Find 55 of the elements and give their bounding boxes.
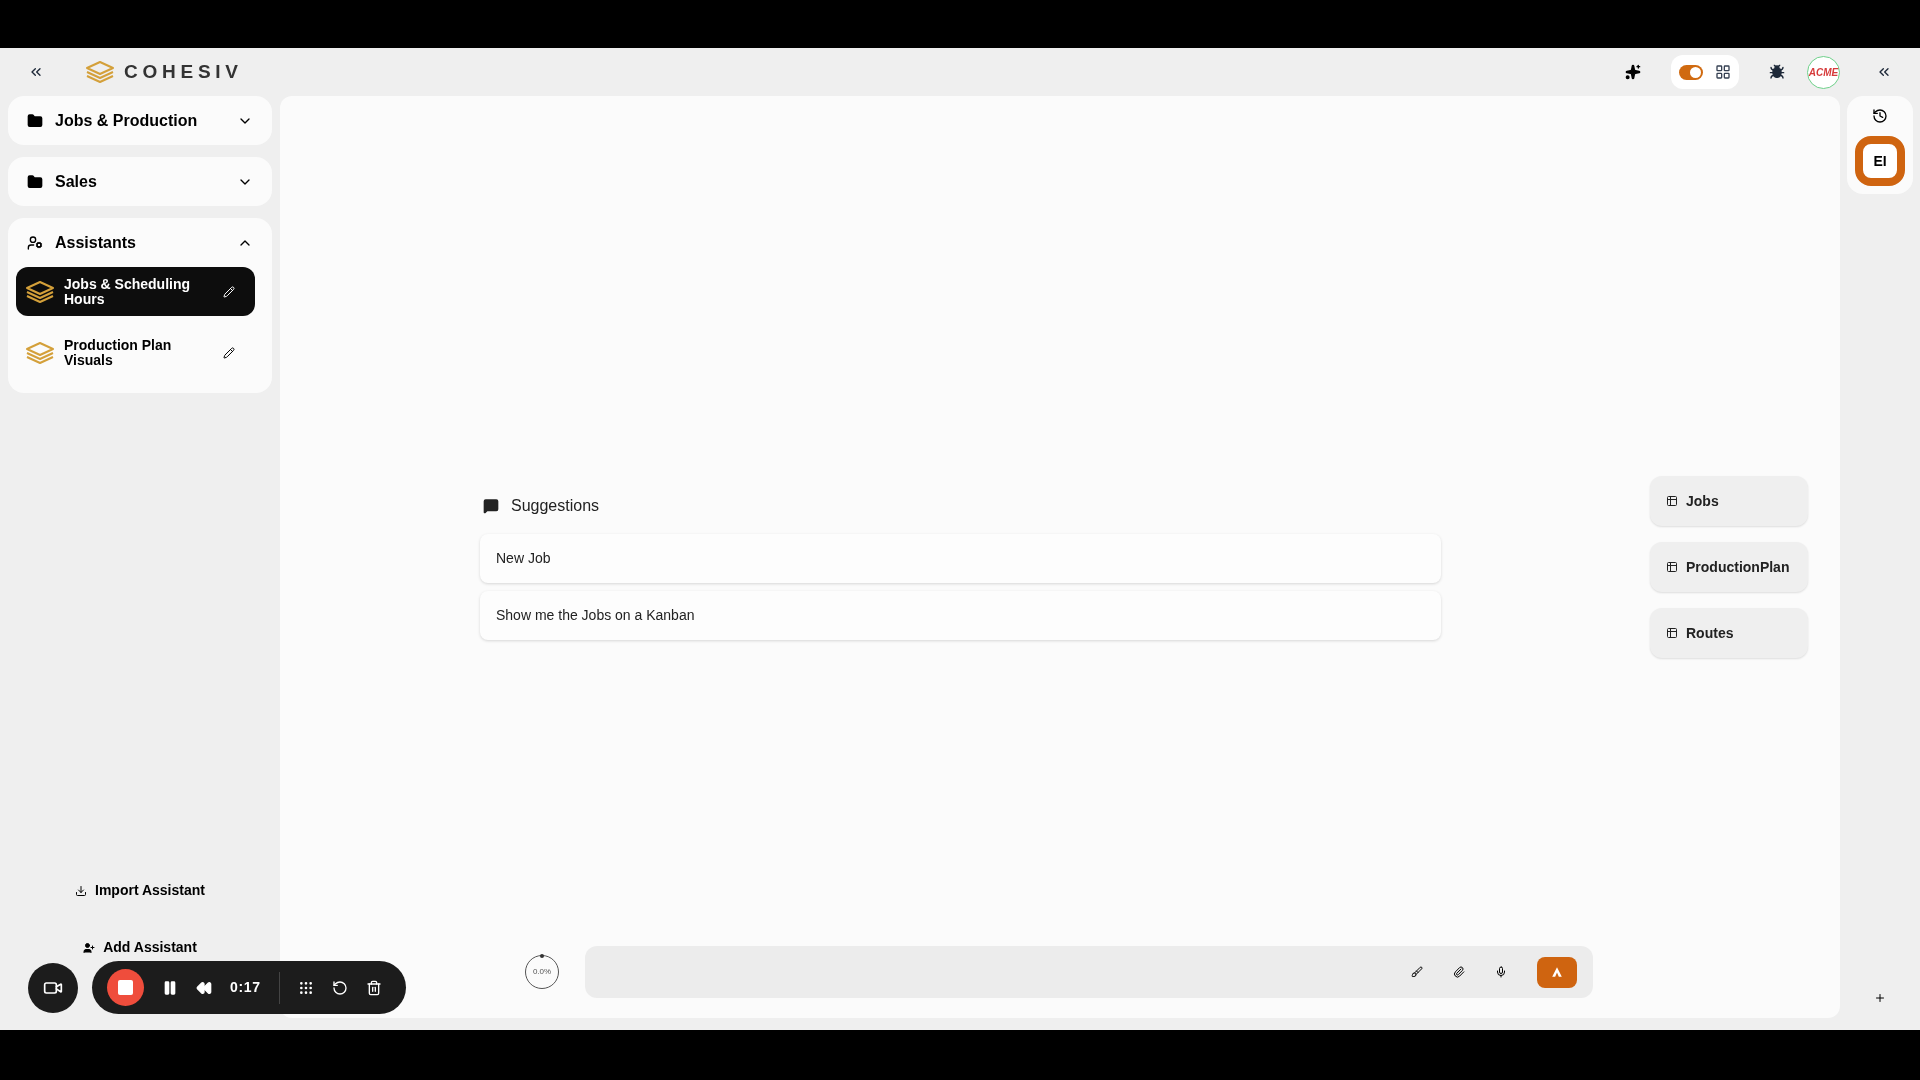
- edit-icon: [223, 346, 235, 359]
- history-icon: [1872, 108, 1888, 124]
- user-gear-icon: [27, 234, 43, 251]
- logo-icon: [84, 60, 116, 84]
- sparkle-icon: [1625, 64, 1641, 80]
- sidebar-action-button[interactable]: Import Assistant: [75, 880, 205, 901]
- chat-icon: [483, 498, 499, 514]
- download-icon: [75, 884, 87, 897]
- suggestion-item[interactable]: New Job: [480, 534, 1441, 583]
- pause-icon: [162, 979, 178, 996]
- assistant-item[interactable]: Jobs & Scheduling Hours: [16, 267, 255, 316]
- table-button[interactable]: Routes: [1650, 608, 1808, 658]
- table-button[interactable]: Jobs: [1650, 476, 1808, 526]
- stop-button[interactable]: [107, 969, 144, 1006]
- send-button[interactable]: [1537, 956, 1577, 988]
- recording-timer: 0:17: [230, 978, 261, 997]
- up-caret-icon: [1551, 966, 1563, 978]
- table-view-icon: [1715, 64, 1731, 80]
- rewind-icon: [196, 979, 212, 996]
- sidebar-action-button[interactable]: Add Assistant: [83, 937, 197, 958]
- grid-button[interactable]: [297, 979, 314, 996]
- plus-icon: [1874, 992, 1886, 1004]
- rewind-button[interactable]: [196, 979, 212, 996]
- dot-grid-icon: [297, 979, 314, 996]
- restart-button[interactable]: [331, 979, 348, 996]
- nav-group-header[interactable]: Assistants: [16, 226, 264, 259]
- message-input[interactable]: [585, 946, 1593, 998]
- logo-icon: [24, 340, 56, 365]
- assistant-item[interactable]: Production Plan Visuals: [16, 328, 255, 377]
- brush-icon: [1411, 966, 1423, 978]
- toggle-switch[interactable]: [1679, 64, 1703, 80]
- microphone-icon: [1495, 966, 1507, 978]
- table-icon: [1666, 627, 1678, 639]
- pause-button[interactable]: [162, 979, 178, 996]
- suggestion-item[interactable]: Show me the Jobs on a Kanban: [480, 591, 1441, 640]
- org-avatar[interactable]: ACME: [1807, 55, 1840, 89]
- stop-icon: [118, 980, 133, 995]
- folder-icon: [27, 112, 43, 129]
- user-plus-icon: [83, 941, 96, 954]
- user-avatar[interactable]: EI: [1855, 136, 1905, 186]
- delete-button[interactable]: [365, 979, 382, 996]
- suggestions-title: Suggestions: [511, 496, 600, 516]
- edit-icon: [223, 285, 235, 298]
- nav-group-header[interactable]: Jobs & Production: [16, 104, 264, 137]
- logo-icon: [24, 279, 56, 304]
- table-button[interactable]: ProductionPlan: [1650, 542, 1808, 592]
- nav-group-header[interactable]: Sales: [16, 165, 264, 198]
- table-icon: [1666, 561, 1678, 573]
- table-icon: [1666, 495, 1678, 507]
- bug-icon: [1769, 64, 1785, 80]
- paperclip-icon: [1453, 966, 1465, 978]
- restart-icon: [331, 979, 348, 996]
- folder-icon: [27, 173, 43, 190]
- brand-name: COHESIV: [124, 59, 243, 84]
- trash-icon: [365, 979, 382, 996]
